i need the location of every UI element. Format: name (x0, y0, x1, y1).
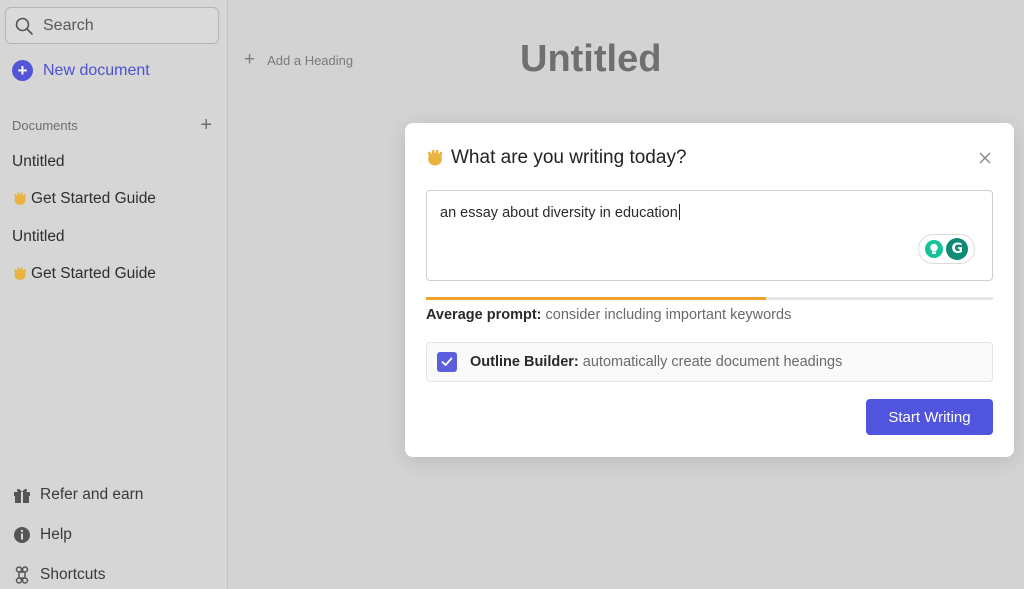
prompt-quality-hint: consider including important keywords (545, 307, 792, 323)
document-item[interactable]: Get Started Guide (12, 190, 156, 208)
document-item[interactable]: Untitled (12, 153, 65, 171)
prompt-quality-text: Average prompt: consider including impor… (426, 307, 791, 323)
refer-label: Refer and earn (40, 486, 144, 503)
lightbulb-icon[interactable] (924, 240, 943, 258)
search-placeholder: Search (43, 16, 94, 34)
prompt-quality-label: Average prompt: (426, 307, 542, 323)
prompt-quality-bar (426, 297, 993, 300)
new-document-label: New document (43, 61, 150, 79)
command-icon (12, 565, 32, 585)
document-label: Untitled (12, 228, 65, 245)
shortcuts-link[interactable]: Shortcuts (12, 565, 105, 585)
prompt-value: an essay about diversity in education (440, 205, 678, 221)
outline-builder-text: Outline Builder: automatically create do… (470, 354, 842, 370)
documents-header: Documents + (12, 115, 212, 135)
add-heading-button[interactable]: + Add a Heading (244, 49, 354, 70)
writing-prompt-dialog: What are you writing today? an essay abo… (405, 123, 1014, 457)
start-writing-button[interactable]: Start Writing (866, 399, 993, 435)
grammarly-icon[interactable]: G (946, 238, 969, 260)
dialog-title-text: What are you writing today? (451, 147, 687, 168)
plus-icon: + (244, 49, 256, 70)
documents-title: Documents (12, 117, 78, 133)
text-caret (678, 204, 680, 220)
outline-builder-label: Outline Builder: (470, 354, 579, 370)
document-label: Get Started Guide (31, 190, 156, 207)
document-label: Untitled (12, 153, 65, 170)
close-icon[interactable] (979, 151, 995, 167)
shortcuts-label: Shortcuts (40, 566, 106, 583)
sidebar: Search + New document Documents + Untitl… (0, 0, 228, 589)
waving-hand-icon (425, 148, 445, 168)
outline-builder-hint: automatically create document headings (582, 354, 843, 370)
add-heading-label: Add a Heading (267, 52, 354, 68)
document-label: Get Started Guide (31, 265, 156, 282)
prompt-textarea[interactable]: an essay about diversity in education G (426, 190, 993, 281)
grammarly-widget[interactable]: G (918, 234, 975, 264)
check-icon (441, 357, 453, 366)
outline-builder-checkbox[interactable] (437, 352, 457, 372)
dialog-title: What are you writing today? (425, 147, 687, 169)
prompt-quality-fill (426, 297, 767, 300)
document-item[interactable]: Get Started Guide (12, 265, 156, 283)
outline-builder-option[interactable]: Outline Builder: automatically create do… (426, 342, 993, 382)
new-document-button[interactable]: + New document (12, 60, 150, 81)
document-item[interactable]: Untitled (12, 228, 65, 246)
waving-hand-icon (12, 266, 28, 282)
plus-circle-icon: + (12, 60, 33, 81)
waving-hand-icon (12, 191, 28, 207)
document-title[interactable]: Untitled (520, 38, 661, 81)
gift-icon (12, 485, 32, 505)
info-icon (12, 525, 32, 545)
refer-and-earn-link[interactable]: Refer and earn (12, 485, 143, 505)
search-icon (14, 16, 34, 36)
search-input[interactable]: Search (5, 7, 219, 44)
add-document-icon[interactable]: + (200, 115, 212, 135)
help-label: Help (40, 526, 72, 543)
help-link[interactable]: Help (12, 525, 72, 545)
